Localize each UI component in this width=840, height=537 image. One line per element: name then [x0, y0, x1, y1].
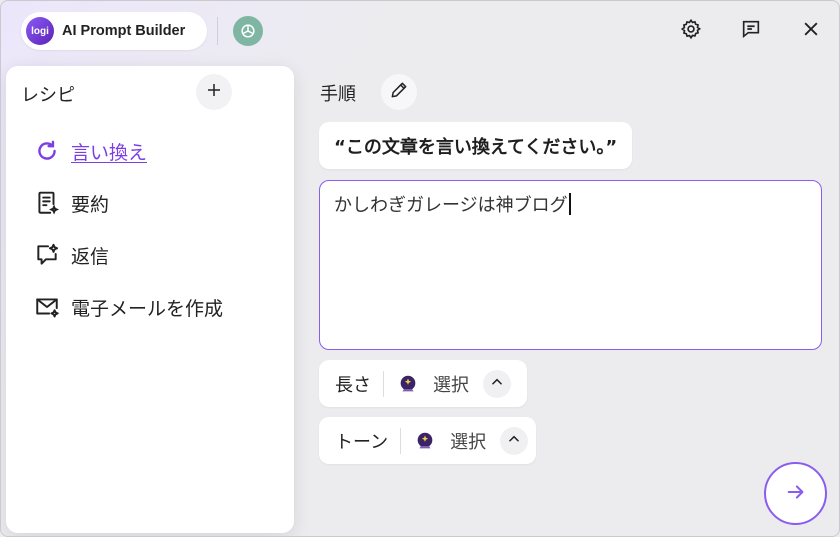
- reply-icon: [32, 240, 62, 270]
- title-divider: [217, 17, 218, 45]
- recipes-sidebar: レシピ 言い換え 要約 返信 電子メールを作成: [6, 66, 294, 533]
- length-option-name: 長さ: [335, 374, 371, 396]
- length-expand-button[interactable]: [483, 369, 511, 398]
- length-option[interactable]: 長さ 選択: [319, 360, 527, 407]
- app-title-pill: logi AI Prompt Builder: [21, 12, 207, 50]
- edit-step-button[interactable]: [381, 74, 417, 110]
- option-divider: [400, 427, 402, 454]
- feedback-icon: [740, 18, 762, 44]
- input-text-area[interactable]: かしわぎガレージは神ブログ: [319, 180, 822, 350]
- chevron-up-icon: [507, 431, 521, 450]
- option-divider: [383, 370, 384, 397]
- crystal-ball-icon: [396, 372, 420, 396]
- sidebar-item-label: 電子メールを作成: [71, 297, 224, 320]
- close-button[interactable]: [796, 16, 826, 46]
- sidebar-title: レシピ: [21, 85, 75, 106]
- text-caret: [568, 193, 571, 215]
- step-label: 手順: [320, 84, 356, 105]
- settings-button[interactable]: [676, 16, 706, 46]
- tone-option-name: トーン: [335, 431, 389, 453]
- length-option-value: 選択: [433, 374, 469, 396]
- sidebar-item-rephrase[interactable]: 言い換え: [32, 134, 147, 168]
- prompt-chip[interactable]: “この文章を言い換えてください。”: [319, 122, 633, 169]
- chevron-up-icon: [490, 374, 504, 393]
- crystal-ball-icon: [413, 429, 437, 453]
- sidebar-item-label: 返信: [71, 245, 110, 268]
- rephrase-icon: [32, 136, 62, 166]
- tone-option-value: 選択: [450, 431, 487, 453]
- sidebar-item-summary[interactable]: 要約: [32, 186, 109, 220]
- tone-expand-button[interactable]: [500, 426, 529, 455]
- gear-icon: [680, 18, 702, 44]
- summary-icon: [32, 188, 62, 218]
- sidebar-item-reply[interactable]: 返信: [32, 238, 109, 272]
- app-title: AI Prompt Builder: [62, 23, 186, 39]
- sidebar-item-label: 要約: [71, 193, 110, 216]
- close-icon: [801, 19, 821, 43]
- send-button[interactable]: [764, 462, 827, 525]
- pencil-icon: [389, 80, 409, 104]
- plus-icon: [205, 81, 223, 103]
- email-compose-icon: [32, 292, 62, 322]
- sidebar-item-label: 言い換え: [71, 141, 148, 164]
- logi-logo: logi: [26, 17, 54, 45]
- app-window: logi AI Prompt Builder レシピ 言い換え 要約 返信 電子…: [0, 0, 840, 537]
- input-text-value: かしわぎガレージは神ブログ: [334, 195, 568, 216]
- chatgpt-icon[interactable]: [233, 16, 263, 46]
- feedback-button[interactable]: [736, 16, 766, 46]
- add-recipe-button[interactable]: [196, 74, 232, 110]
- arrow-right-icon: [785, 481, 807, 507]
- tone-option[interactable]: トーン 選択: [319, 417, 536, 464]
- sidebar-item-compose-email[interactable]: 電子メールを作成: [32, 290, 223, 324]
- title-bar: logi AI Prompt Builder: [1, 1, 839, 63]
